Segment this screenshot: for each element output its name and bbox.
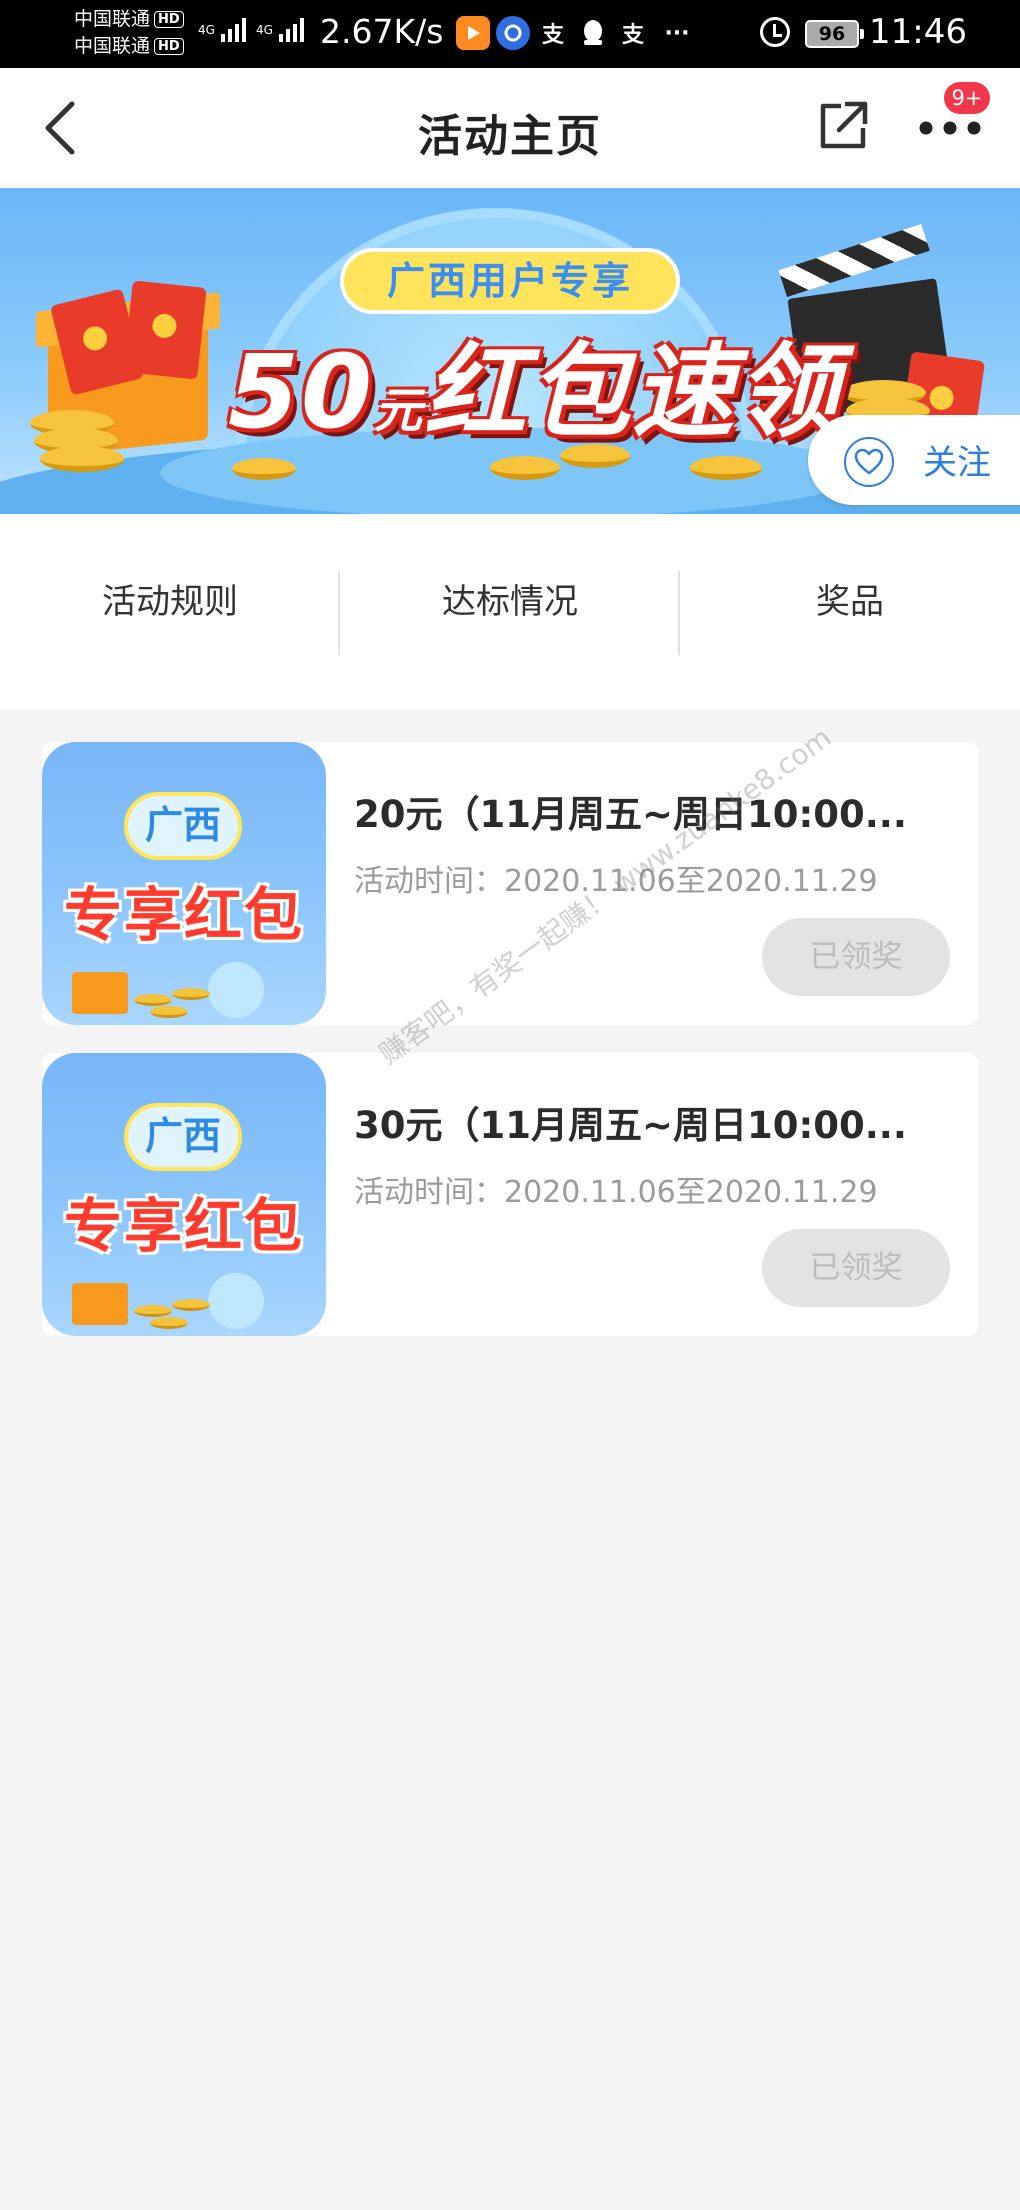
more-notifications-icon: ···: [664, 20, 690, 46]
claimed-button[interactable]: 已领奖: [762, 918, 950, 996]
banner-subtitle: 广西用户专享: [340, 248, 680, 314]
carrier-2: 中国联通: [74, 35, 151, 57]
browser-app-icon: [496, 16, 530, 50]
coin-illustration: [690, 456, 762, 480]
activity-thumbnail: 广西 专享红包: [42, 742, 326, 1025]
banner-headline: 50元红包速领: [228, 310, 840, 457]
hd-badge: HD: [154, 11, 184, 28]
gift-box-illustration: [72, 972, 128, 1014]
claimed-button[interactable]: 已领奖: [762, 1229, 950, 1307]
carrier-1: 中国联通: [74, 8, 151, 30]
activity-title: 30元（11月周五~周日10:00...: [354, 1104, 907, 1147]
red-envelope-illustration: [123, 280, 207, 380]
alipay-icon: 支: [541, 23, 564, 48]
more-button[interactable]: [918, 118, 982, 138]
tab-prizes[interactable]: 奖品: [680, 574, 1020, 623]
battery-indicator: 96: [805, 20, 864, 48]
notification-badge: 9+: [944, 82, 990, 114]
banner-amount: 50: [228, 333, 374, 452]
gift-box-illustration: [72, 1283, 128, 1325]
more-icon: [919, 121, 981, 135]
banner-headline-text: 红包速领: [423, 333, 840, 452]
hd-badge: HD: [154, 38, 184, 55]
follow-label: 关注: [923, 443, 991, 483]
status-bar: 中国联通 HD 中国联通 HD 4G 4G 2.67K/s 支 支 ··· 96 1…: [0, 0, 1020, 68]
activity-title: 20元（11月周五~周日10:00...: [354, 793, 907, 836]
alipay-icon: 支: [621, 23, 644, 48]
alarm-icon: [760, 17, 790, 47]
tab-bar: 活动规则 达标情况 奖品: [0, 514, 1020, 710]
thumbnail-title: 专享红包: [63, 881, 304, 949]
activity-card[interactable]: 广西 专享红包 20元（11月周五~周日10:00... 活动时间：2020.1…: [42, 742, 978, 1025]
coin-illustration: [490, 456, 560, 480]
thumbnail-badge: 广西: [124, 792, 242, 860]
signal-icon: 4G: [256, 16, 304, 42]
tab-rules[interactable]: 活动规则: [0, 574, 340, 623]
thumbnail-badge: 广西: [124, 1103, 242, 1171]
tab-progress[interactable]: 达标情况: [340, 574, 680, 623]
thumbnail-title: 专享红包: [63, 1192, 304, 1260]
banner-unit: 元: [373, 383, 424, 439]
activity-time: 活动时间：2020.11.06至2020.11.29: [354, 864, 878, 899]
coin-illustration: [232, 458, 296, 480]
network-speed: 2.67K/s: [320, 12, 444, 51]
qq-penguin-icon: [576, 16, 610, 50]
promo-banner: 广西用户专享 50元红包速领 关注: [0, 188, 1020, 514]
share-button[interactable]: [815, 98, 871, 154]
follow-button[interactable]: 关注: [808, 415, 1020, 505]
activity-time: 活动时间：2020.11.06至2020.11.29: [354, 1175, 878, 1210]
share-icon: [820, 101, 868, 149]
heart-icon: [844, 437, 894, 487]
activity-thumbnail: 广西 专享红包: [42, 1053, 326, 1336]
status-time: 11:46: [869, 12, 967, 52]
activity-card[interactable]: 广西 专享红包 30元（11月周五~周日10:00... 活动时间：2020.1…: [42, 1053, 978, 1336]
video-app-icon: [456, 16, 490, 50]
carrier-info: 中国联通 HD 中国联通 HD: [74, 6, 184, 60]
coin-illustration: [40, 446, 124, 472]
signal-icon: 4G: [198, 16, 246, 42]
nav-bar: 活动主页 9+: [0, 68, 1020, 188]
